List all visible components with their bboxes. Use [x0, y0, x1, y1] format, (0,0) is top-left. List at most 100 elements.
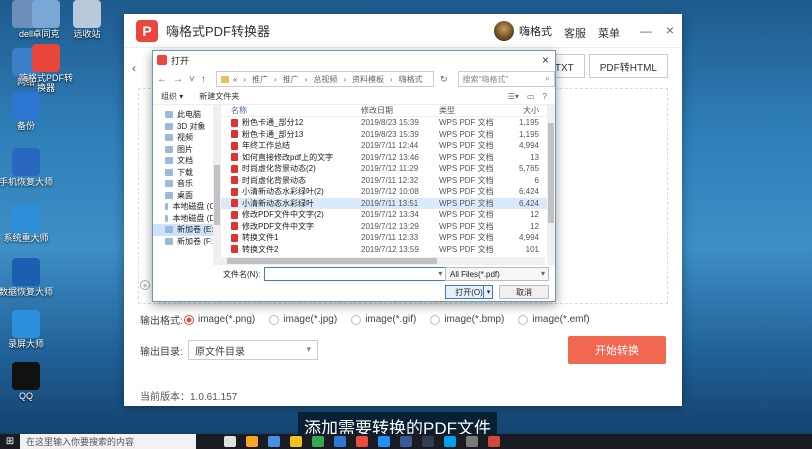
- format-radio[interactable]: image(*.emf): [518, 314, 590, 325]
- organize-button[interactable]: 组织 ▾: [161, 91, 183, 102]
- breadcrumb-segment[interactable]: 总视频: [313, 75, 337, 84]
- file-row[interactable]: 年终工作总结 2019/7/11 12:44 WPS PDF 文档 4,994: [221, 140, 555, 152]
- desktop-icon[interactable]: QQ: [0, 362, 56, 402]
- tree-item[interactable]: 新加卷 (F:): [153, 236, 220, 248]
- tree-item[interactable]: 下载: [153, 167, 220, 179]
- tree-item[interactable]: 3D 对象: [153, 121, 220, 133]
- file-row[interactable]: 粉色卡通_部分12 2019/8/23 15:39 WPS PDF 文档 1,195: [221, 117, 555, 129]
- add-file-icon[interactable]: +: [140, 280, 150, 290]
- chevron-left-icon[interactable]: ‹: [132, 61, 136, 75]
- desktop-icon[interactable]: 系统重大师: [0, 204, 56, 244]
- preview-pane-icon[interactable]: ▭: [527, 92, 535, 101]
- scrollbar-thumb[interactable]: [548, 123, 554, 223]
- taskbar-search[interactable]: 在这里输入你要搜索的内容: [20, 434, 196, 449]
- breadcrumb-segment[interactable]: 推广: [252, 75, 268, 84]
- menu-link[interactable]: 菜单: [598, 25, 620, 41]
- tree-item[interactable]: 桌面: [153, 190, 220, 202]
- file-row[interactable]: 时尚虚化背景动态(2) 2019/7/12 11:29 WPS PDF 文档 5,76…: [221, 163, 555, 175]
- tree-item[interactable]: 本地磁盘 (D:): [153, 213, 220, 225]
- taskbar-app-icon[interactable]: [290, 436, 302, 447]
- avatar[interactable]: [494, 21, 514, 41]
- scrollbar-thumb[interactable]: [214, 165, 220, 225]
- file-row[interactable]: 转换文件2 2019/7/12 13:59 WPS PDF 文档 101: [221, 244, 555, 256]
- tree-scrollbar[interactable]: [213, 105, 221, 265]
- file-row[interactable]: 小清新动态水彩绿叶 2019/7/11 13:51 WPS PDF 文档 6,424: [221, 197, 555, 209]
- file-row[interactable]: 转换文件1 2019/7/11 12:33 WPS PDF 文档 4,994: [221, 232, 555, 244]
- filename-field[interactable]: ▾: [264, 267, 447, 281]
- file-row[interactable]: 小清新动态水彩绿叶(2) 2019/7/12 10:08 WPS PDF 文档 6,4…: [221, 186, 555, 198]
- file-row[interactable]: 修改PDF文件中文字(2) 2019/7/12 13:34 WPS PDF 文档 12: [221, 209, 555, 221]
- taskbar-app-icon[interactable]: [488, 436, 500, 447]
- file-list-hscrollbar[interactable]: [221, 257, 545, 265]
- taskbar-app-icon[interactable]: [378, 436, 390, 447]
- radio-dot[interactable]: [184, 314, 194, 325]
- tree-item[interactable]: 本地磁盘 (C:): [153, 201, 220, 213]
- breadcrumb-segment[interactable]: 资料模板: [352, 75, 384, 84]
- radio-dot[interactable]: [430, 314, 441, 325]
- chevron-down-icon[interactable]: ▾: [438, 269, 442, 278]
- radio-dot[interactable]: [351, 314, 362, 325]
- column-date[interactable]: 修改日期: [361, 105, 439, 116]
- service-link[interactable]: 客服: [564, 25, 586, 41]
- user-profile[interactable]: 嗨格式: [494, 21, 552, 41]
- minimize-icon[interactable]: —: [640, 24, 652, 38]
- format-radio[interactable]: image(*.gif): [351, 314, 416, 325]
- column-size[interactable]: 大小: [505, 105, 539, 116]
- tree-item[interactable]: 新加卷 (E:): [153, 224, 220, 236]
- help-icon[interactable]: ?: [543, 92, 547, 101]
- dialog-close-icon[interactable]: ×: [542, 53, 549, 67]
- up-arrow-icon[interactable]: ↑: [201, 74, 206, 85]
- tree-item[interactable]: 视频: [153, 132, 220, 144]
- taskbar-app-icon[interactable]: [422, 436, 434, 447]
- taskbar-app-icon[interactable]: [334, 436, 346, 447]
- address-bar[interactable]: « › 推广 › 推广 › 总视频 › 资料模板 › 嗨格式: [215, 71, 434, 87]
- radio-dot[interactable]: [518, 314, 529, 325]
- taskbar-app-icon[interactable]: [356, 436, 368, 447]
- tab-pdf-to-html[interactable]: PDF转HTML: [588, 54, 668, 78]
- tree-item[interactable]: 图片: [153, 144, 220, 156]
- tree-item[interactable]: 音乐: [153, 178, 220, 190]
- taskbar-app-icon[interactable]: [444, 436, 456, 447]
- format-radio[interactable]: image(*.jpg): [269, 314, 337, 325]
- tree-item[interactable]: 文档: [153, 155, 220, 167]
- taskbar-app-icon[interactable]: [466, 436, 478, 447]
- output-dir-select[interactable]: 原文件目录 ▾: [188, 340, 318, 360]
- dialog-search-input[interactable]: 搜索"嗨格式" ⌕: [457, 71, 555, 87]
- desktop-icon[interactable]: 远收站: [57, 0, 117, 40]
- taskbar-app-icon[interactable]: [268, 436, 280, 447]
- desktop-icon[interactable]: 录屏大师: [0, 310, 56, 350]
- tree-item[interactable]: 此电脑: [153, 109, 220, 121]
- close-icon[interactable]: ×: [666, 22, 674, 38]
- desktop-icon[interactable]: 数据恢复大师: [0, 258, 56, 298]
- view-options-icon[interactable]: ☰▾: [508, 92, 519, 101]
- column-name[interactable]: 名称: [221, 105, 361, 116]
- scrollbar-thumb[interactable]: [227, 258, 437, 264]
- open-dropdown-icon[interactable]: ▾: [483, 285, 493, 299]
- back-arrow-icon[interactable]: ←: [157, 74, 167, 85]
- taskbar-app-icon[interactable]: [224, 436, 236, 447]
- chevron-down-icon[interactable]: ˅: [189, 74, 195, 85]
- file-row[interactable]: 如何直接修改pdf上的文字 2019/7/12 13:46 WPS PDF 文档 13: [221, 152, 555, 164]
- breadcrumb-segment[interactable]: 推广: [283, 75, 299, 84]
- file-row[interactable]: 修改PDF文件中文字 2019/7/12 13:29 WPS PDF 文档 12: [221, 221, 555, 233]
- file-list-scrollbar[interactable]: [547, 105, 555, 265]
- breadcrumb-segment[interactable]: «: [233, 75, 237, 84]
- taskbar-app-icon[interactable]: [400, 436, 412, 447]
- file-row[interactable]: 时尚虚化背景动态 2019/7/11 12:32 WPS PDF 文档 6: [221, 175, 555, 187]
- start-convert-button[interactable]: 开始转换: [568, 336, 666, 364]
- cancel-button[interactable]: 取消: [499, 285, 549, 299]
- format-radio[interactable]: image(*.png): [184, 314, 255, 325]
- file-row[interactable]: 粉色卡通_部分13 2019/8/23 15:39 WPS PDF 文档 1,195: [221, 129, 555, 141]
- refresh-icon[interactable]: ↻: [440, 74, 448, 85]
- forward-arrow-icon[interactable]: →: [173, 74, 183, 85]
- taskbar-app-icon[interactable]: [312, 436, 324, 447]
- new-folder-button[interactable]: 新建文件夹: [199, 91, 239, 102]
- filetype-select[interactable]: All Files(*.pdf) ▾: [445, 267, 549, 281]
- windows-start-icon[interactable]: ⊞: [0, 434, 20, 449]
- user-name[interactable]: 嗨格式: [519, 23, 552, 39]
- desktop-icon[interactable]: 嗨格式PDF转换器: [16, 44, 76, 94]
- format-radio[interactable]: image(*.bmp): [430, 314, 504, 325]
- desktop-icon[interactable]: 备份: [0, 92, 56, 132]
- column-type[interactable]: 类型: [439, 105, 505, 116]
- taskbar-app-icon[interactable]: [246, 436, 258, 447]
